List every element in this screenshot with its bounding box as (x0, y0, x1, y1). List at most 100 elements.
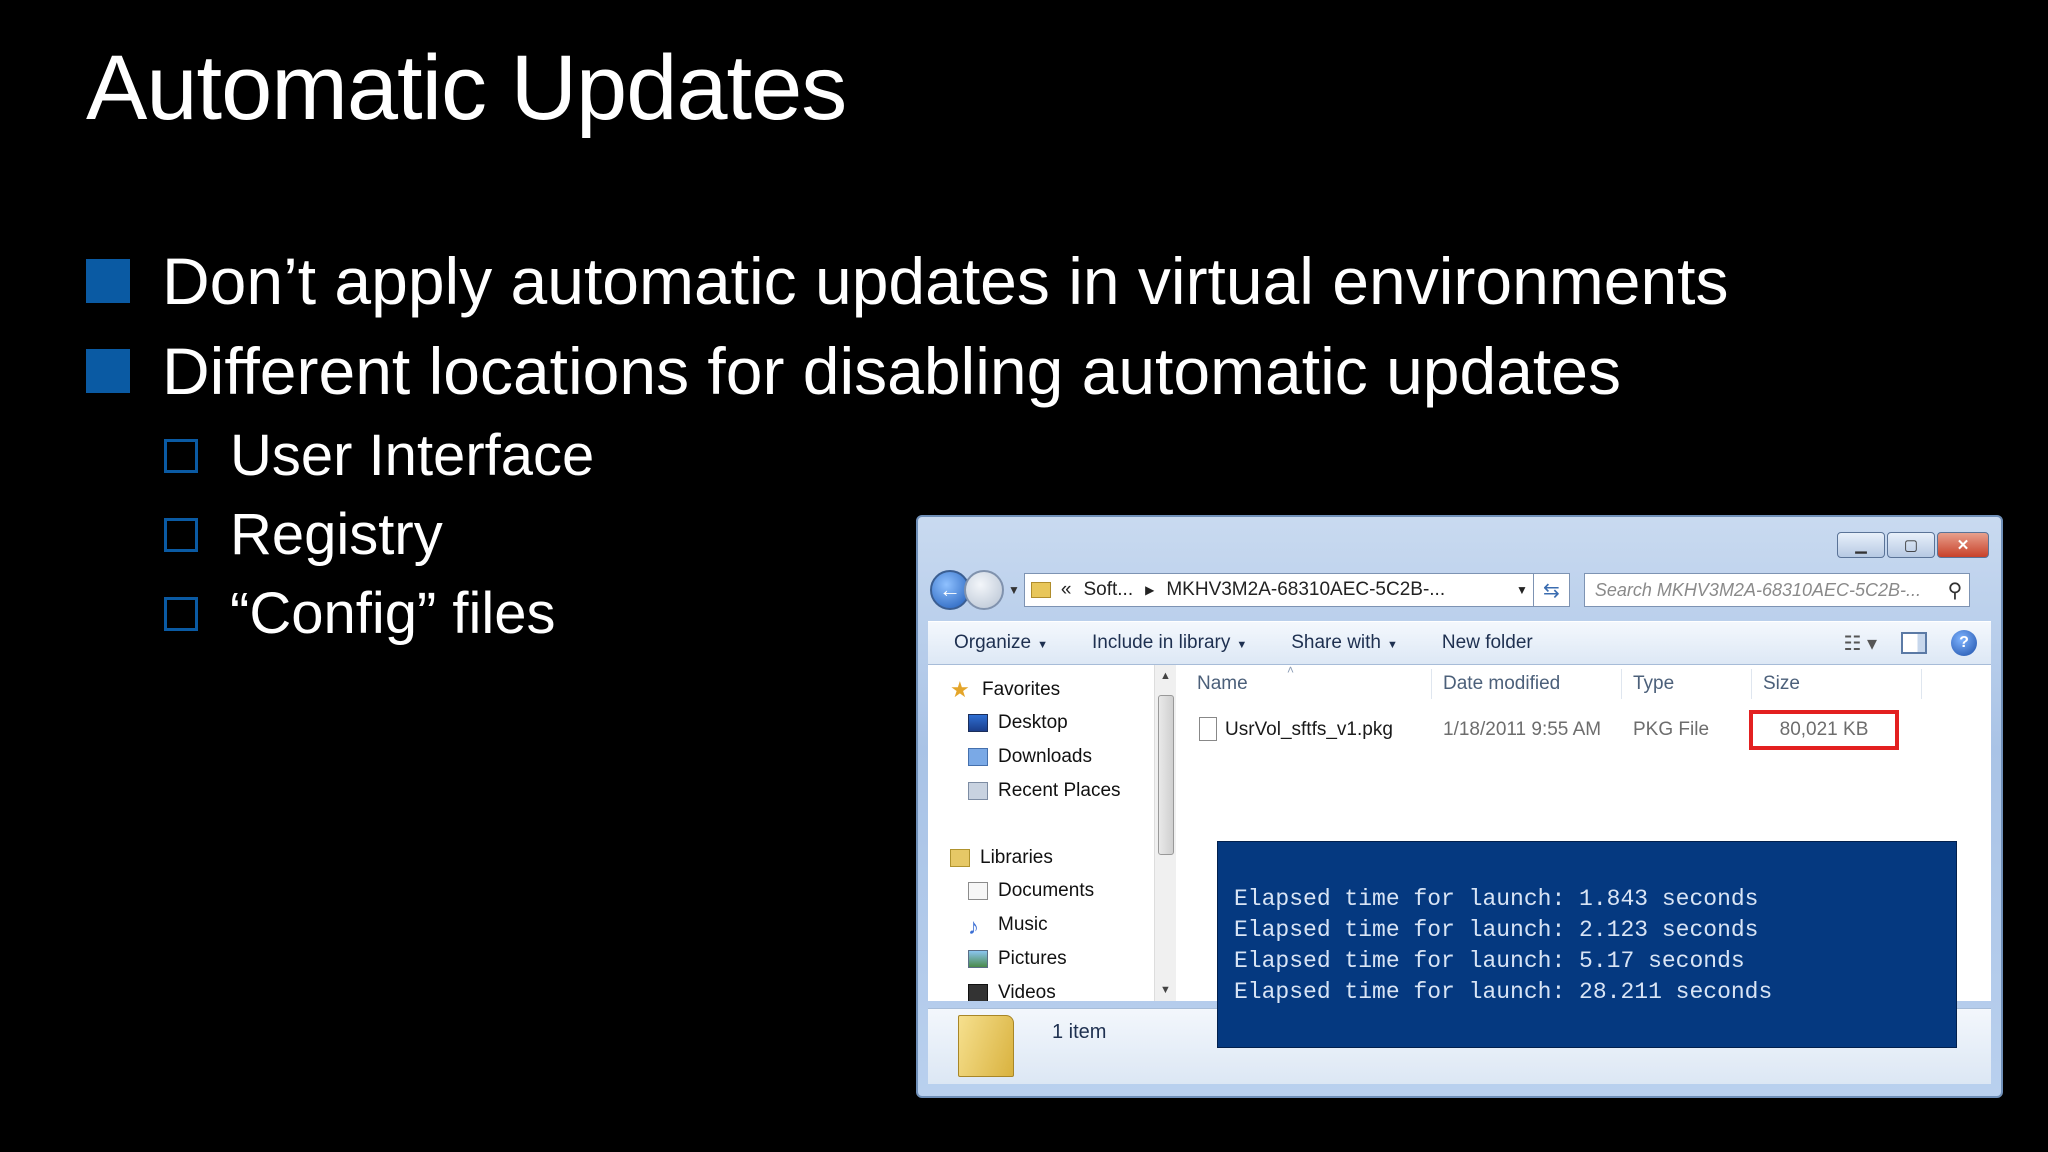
column-name[interactable]: Name (1197, 665, 1248, 703)
sub-bullet-text: User Interface (230, 423, 595, 488)
nav-downloads[interactable]: Downloads (968, 746, 1092, 768)
pictures-icon (968, 950, 988, 968)
nav-scrollbar[interactable]: ▲ ▼ (1154, 665, 1176, 1001)
new-folder-button[interactable]: New folder (1442, 632, 1533, 654)
recent-pages-dropdown[interactable]: ▼ (1008, 583, 1020, 597)
column-size[interactable]: Size (1763, 665, 1800, 703)
share-label: Share with (1291, 632, 1382, 653)
organize-label: Organize (954, 632, 1032, 653)
chevron-down-icon[interactable]: ▼ (1511, 583, 1533, 597)
window-controls: ▁ ▢ ✕ (1837, 532, 1989, 558)
desktop-icon (968, 714, 988, 732)
folder-icon (1030, 582, 1051, 598)
hollow-square-icon (164, 438, 198, 473)
item-count: 1 item (1052, 1021, 1107, 1043)
breadcrumb-current[interactable]: MKHV3M2A-68310AEC-5C2B-... (1166, 579, 1445, 601)
close-icon: ✕ (1956, 537, 1970, 554)
nav-label: Favorites (982, 679, 1061, 700)
breadcrumb-prefix[interactable]: « (1061, 579, 1072, 601)
documents-icon (968, 882, 988, 900)
include-label: Include in library (1092, 632, 1231, 653)
nav-videos[interactable]: Videos (968, 982, 1056, 1001)
sub-bullet-text: “Config” files (230, 581, 556, 646)
maximize-button[interactable]: ▢ (1887, 532, 1935, 558)
scroll-down-icon[interactable]: ▼ (1155, 979, 1176, 1001)
bullet-item: Don’t apply automatic updates in virtual… (86, 236, 1986, 326)
nav-recent-places[interactable]: Recent Places (968, 780, 1121, 802)
address-bar[interactable]: « Soft... ▶ MKHV3M2A-68310AEC-5C2B-... ▼ (1023, 573, 1534, 607)
nav-label: Desktop (998, 712, 1068, 733)
sub-bullet-text: Registry (230, 502, 443, 567)
console-output: Elapsed time for launch: 1.843 seconds E… (1217, 841, 1957, 1048)
scroll-up-icon[interactable]: ▲ (1155, 665, 1176, 687)
back-arrow-icon: ← (939, 577, 961, 602)
videos-icon (968, 984, 988, 1001)
file-name: UsrVol_sftfs_v1.pkg (1225, 719, 1393, 740)
column-divider[interactable] (1921, 669, 1922, 699)
forward-button[interactable] (964, 570, 1004, 610)
scroll-thumb[interactable] (1158, 695, 1174, 855)
nav-label: Recent Places (998, 780, 1121, 801)
chevron-down-icon: ▼ (1387, 639, 1398, 651)
nav-label: Documents (998, 880, 1095, 901)
recent-places-icon (968, 782, 988, 800)
chevron-down-icon: ▼ (1037, 639, 1048, 651)
nav-pictures[interactable]: Pictures (968, 948, 1067, 970)
console-line: Elapsed time for launch: 5.17 seconds (1234, 948, 1745, 974)
bullet-text: Don’t apply automatic updates in virtual… (162, 244, 1729, 318)
sort-arrow-icon: ˄ (1287, 663, 1295, 677)
file-size-highlighted: 80,021 KB (1749, 710, 1899, 750)
share-with-button[interactable]: Share with ▼ (1291, 632, 1398, 654)
console-line: Elapsed time for launch: 1.843 seconds (1234, 886, 1759, 912)
command-bar: Organize ▼ Include in library ▼ Share with… (928, 621, 1991, 665)
search-input[interactable]: Search MKHV3M2A-68310AEC-5C2B-... ⚲ (1583, 573, 1970, 607)
nav-label: Libraries (980, 847, 1053, 868)
include-in-library-button[interactable]: Include in library ▼ (1092, 632, 1247, 654)
nav-label: Pictures (998, 948, 1067, 969)
file-type: PKG File (1633, 719, 1710, 740)
bullet-square-icon (86, 259, 130, 303)
column-divider[interactable] (1431, 669, 1432, 699)
column-type[interactable]: Type (1633, 665, 1674, 703)
toolbar-right: ☷ ▾ ? (1843, 630, 1977, 656)
column-divider[interactable] (1751, 669, 1752, 699)
chevron-right-icon[interactable]: ▶ (1145, 583, 1154, 597)
breadcrumb-soft[interactable]: Soft... (1083, 579, 1133, 601)
refresh-button[interactable]: ⇆ (1533, 573, 1570, 607)
organize-button[interactable]: Organize ▼ (954, 632, 1048, 654)
refresh-icon: ⇆ (1543, 579, 1560, 602)
close-button[interactable]: ✕ (1937, 532, 1989, 558)
nav-favorites[interactable]: ★ Favorites (950, 679, 1060, 701)
file-date: 1/18/2011 9:55 AM (1443, 719, 1602, 740)
column-date-modified[interactable]: Date modified (1443, 665, 1560, 703)
console-line: Elapsed time for launch: 28.211 seconds (1234, 979, 1773, 1005)
maximize-icon: ▢ (1903, 537, 1919, 554)
nav-libraries[interactable]: Libraries (950, 847, 1053, 869)
nav-label: Videos (998, 982, 1056, 1001)
preview-pane-icon[interactable] (1901, 632, 1927, 654)
bullet-square-icon (86, 349, 130, 393)
nav-music[interactable]: ♪ Music (968, 914, 1048, 939)
star-icon: ★ (950, 677, 970, 702)
file-icon (1199, 717, 1217, 741)
sub-bullet-item: User Interface (86, 416, 1986, 495)
column-divider[interactable] (1621, 669, 1622, 699)
folder-icon (958, 1015, 1014, 1077)
music-note-icon: ♪ (968, 914, 979, 939)
change-view-icon[interactable]: ☷ ▾ (1843, 631, 1877, 656)
nav-desktop[interactable]: Desktop (968, 712, 1068, 734)
navigation-pane: ★ Favorites Desktop Downloads Recent Plac… (928, 665, 1178, 1001)
nav-label: Downloads (998, 746, 1092, 767)
nav-documents[interactable]: Documents (968, 880, 1094, 902)
file-row[interactable]: UsrVol_sftfs_v1.pkg 1/18/2011 9:55 AM PK… (1183, 710, 1963, 750)
search-icon[interactable]: ⚲ (1941, 578, 1969, 603)
hollow-square-icon (164, 596, 198, 631)
help-icon[interactable]: ? (1951, 630, 1977, 656)
minimize-icon: ▁ (1855, 537, 1867, 554)
file-size: 80,021 KB (1779, 719, 1869, 740)
hollow-square-icon (164, 517, 198, 552)
minimize-button[interactable]: ▁ (1837, 532, 1885, 558)
bullet-item: Different locations for disabling automa… (86, 326, 1986, 416)
nav-label: Music (998, 914, 1048, 935)
libraries-icon (950, 849, 970, 867)
